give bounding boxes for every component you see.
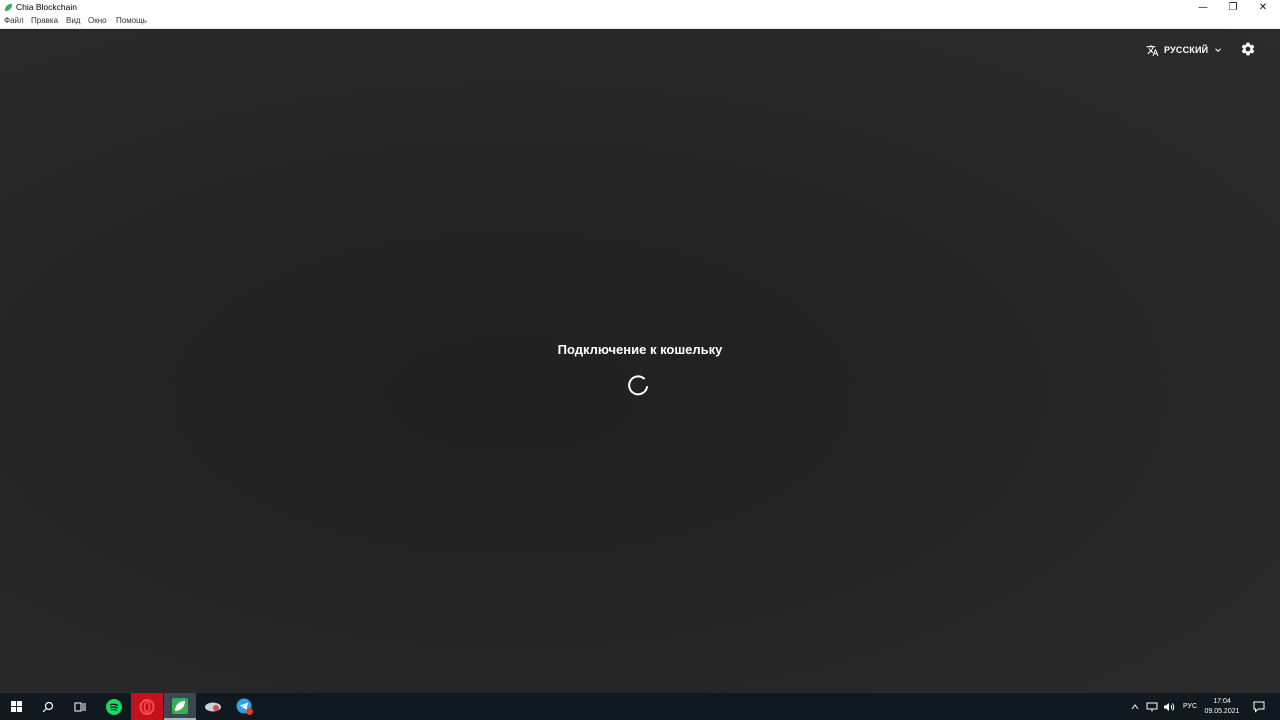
minimize-button[interactable]: —	[1188, 0, 1218, 15]
chevron-up-icon[interactable]	[1131, 703, 1139, 711]
restore-button[interactable]: ❐	[1218, 0, 1248, 15]
spotify-button[interactable]	[98, 693, 130, 720]
title-bar: Chia Blockchain — ❐ ✕	[0, 0, 1280, 15]
minimize-icon: —	[1198, 2, 1208, 13]
menu-window[interactable]: Окно	[88, 16, 107, 25]
menu-edit[interactable]: Правка	[31, 16, 58, 25]
spotify-icon	[106, 698, 122, 715]
close-icon: ✕	[1258, 2, 1268, 13]
menu-view[interactable]: Вид	[66, 16, 80, 25]
opera-icon	[139, 698, 155, 715]
search-icon	[42, 701, 54, 712]
chia-leaf-icon	[172, 697, 188, 714]
clock-time: 17:04	[1213, 698, 1231, 705]
window-title: Chia Blockchain	[16, 2, 77, 12]
translate-icon	[1146, 44, 1159, 56]
volume-icon[interactable]	[1163, 702, 1175, 712]
opera-button[interactable]	[131, 693, 163, 720]
connecting-status: Подключение к кошельку	[557, 342, 723, 357]
close-button[interactable]: ✕	[1248, 0, 1278, 15]
system-tray: РУС	[1131, 693, 1197, 720]
menu-file[interactable]: Файл	[4, 16, 24, 25]
network-icon[interactable]	[1146, 702, 1158, 712]
loading-spinner	[628, 375, 648, 396]
task-view-icon	[74, 702, 86, 711]
chevron-down-icon	[1215, 48, 1222, 52]
language-label: РУССКИЙ	[1164, 45, 1209, 55]
restore-icon: ❐	[1228, 2, 1238, 13]
chia-button[interactable]	[164, 693, 196, 720]
taskbar: РУС 17:04 09.05.2021	[0, 693, 1280, 720]
app-icon	[205, 702, 221, 711]
main-content: РУССКИЙ Подключение к кошельку	[0, 29, 1280, 693]
clock-date: 09.05.2021	[1204, 708, 1240, 715]
telegram-icon	[236, 698, 253, 715]
notifications-button[interactable]	[1245, 693, 1273, 720]
app-button[interactable]	[197, 693, 229, 720]
search-button[interactable]	[32, 693, 64, 720]
input-language-indicator[interactable]: РУС	[1183, 703, 1197, 710]
clock[interactable]: 17:04 09.05.2021	[1202, 693, 1242, 720]
telegram-button[interactable]	[229, 693, 261, 720]
start-button[interactable]	[0, 693, 32, 720]
notification-icon	[1253, 701, 1265, 713]
menu-bar: Файл Правка Вид Окно Помощь	[0, 15, 1280, 29]
task-view-button[interactable]	[64, 693, 96, 720]
gear-icon[interactable]	[1240, 41, 1256, 57]
menu-help[interactable]: Помощь	[116, 16, 147, 25]
windows-logo-icon	[10, 701, 22, 712]
chia-leaf-icon	[4, 3, 13, 12]
language-selector[interactable]: РУССКИЙ	[1146, 42, 1223, 58]
